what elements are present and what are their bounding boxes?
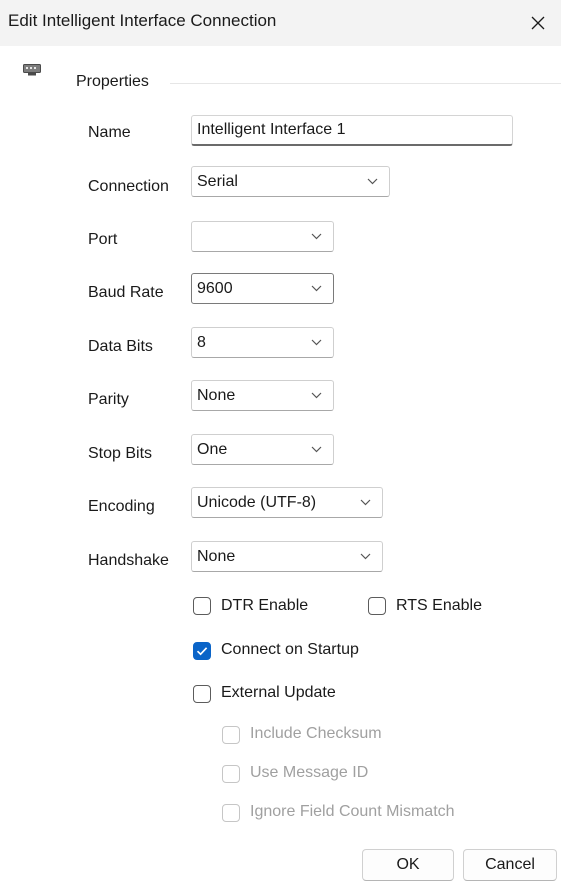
baud-rate-label: Baud Rate	[88, 284, 164, 301]
include-checksum-label: Include Checksum	[250, 725, 382, 742]
chevron-down-icon	[367, 178, 378, 185]
name-field[interactable]	[191, 115, 513, 146]
dtr-enable-checkbox[interactable]	[193, 597, 211, 615]
use-message-id-checkbox[interactable]	[222, 765, 240, 783]
encoding-value: Unicode (UTF-8)	[197, 494, 317, 511]
handshake-value: None	[197, 548, 236, 565]
ignore-field-count-mismatch-label: Ignore Field Count Mismatch	[250, 803, 455, 820]
connection-select[interactable]: Serial	[191, 166, 390, 197]
data-bits-label: Data Bits	[88, 338, 153, 355]
chevron-down-icon	[311, 339, 322, 346]
chevron-down-icon	[311, 392, 322, 399]
chevron-down-icon	[311, 233, 322, 240]
rts-enable-label[interactable]: RTS Enable	[396, 597, 482, 615]
port-label: Port	[88, 231, 118, 248]
parity-label: Parity	[88, 391, 129, 408]
close-icon	[531, 16, 545, 30]
ok-button[interactable]: OK	[362, 849, 454, 881]
connect-on-startup-label[interactable]: Connect on Startup	[221, 641, 359, 659]
rts-enable-checkbox[interactable]	[368, 597, 386, 615]
handshake-label: Handshake	[88, 552, 169, 569]
title-bar: Edit Intelligent Interface Connection	[0, 0, 561, 46]
handshake-select[interactable]: None	[191, 541, 383, 572]
external-update-label[interactable]: External Update	[221, 684, 336, 702]
chevron-down-icon	[360, 499, 371, 506]
encoding-select[interactable]: Unicode (UTF-8)	[191, 487, 383, 518]
encoding-label: Encoding	[88, 498, 155, 515]
dialog-title: Edit Intelligent Interface Connection	[8, 11, 277, 30]
chevron-down-icon	[311, 446, 322, 453]
cii-device-icon	[23, 64, 41, 76]
use-message-id-label: Use Message ID	[250, 764, 369, 781]
checkmark-icon	[196, 647, 208, 656]
name-label: Name	[88, 124, 131, 141]
ignore-field-count-mismatch-checkbox[interactable]	[222, 804, 240, 822]
connection-value: Serial	[197, 173, 238, 190]
dtr-enable-label[interactable]: DTR Enable	[221, 597, 308, 615]
external-update-checkbox[interactable]	[193, 685, 211, 703]
edit-connection-dialog: Edit Intelligent Interface Connection Pr…	[0, 0, 561, 882]
stop-bits-value: One	[197, 441, 228, 458]
include-checksum-checkbox[interactable]	[222, 726, 240, 744]
connect-on-startup-checkbox[interactable]	[193, 642, 211, 660]
group-divider	[170, 83, 561, 84]
port-select[interactable]	[191, 221, 334, 252]
baud-rate-value: 9600	[197, 280, 233, 297]
parity-select[interactable]: None	[191, 380, 334, 411]
parity-value: None	[197, 387, 236, 404]
baud-rate-select[interactable]: 9600	[191, 273, 334, 304]
connection-label: Connection	[88, 178, 169, 195]
chevron-down-icon	[360, 553, 371, 560]
cancel-button[interactable]: Cancel	[463, 849, 557, 881]
properties-group-label: Properties	[76, 73, 149, 90]
chevron-down-icon	[311, 285, 322, 292]
stop-bits-label: Stop Bits	[88, 445, 153, 462]
data-bits-value: 8	[197, 334, 206, 351]
name-input[interactable]	[197, 121, 497, 139]
close-button[interactable]	[515, 0, 561, 46]
stop-bits-select[interactable]: One	[191, 434, 334, 465]
data-bits-select[interactable]: 8	[191, 327, 334, 358]
